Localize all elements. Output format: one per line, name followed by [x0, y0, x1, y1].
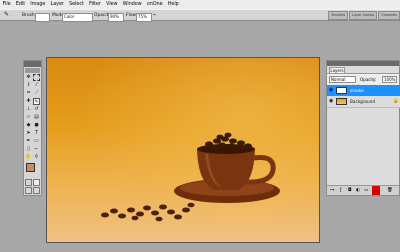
opacity-input[interactable]: 90% — [108, 12, 124, 22]
lasso-tool-icon[interactable]: ℓ — [25, 82, 32, 89]
layer-name: smoke — [350, 88, 364, 93]
zoom-tool-icon[interactable]: ⚲ — [33, 154, 40, 161]
layer-opacity-input[interactable]: 100% — [382, 76, 397, 83]
brush-picker[interactable] — [35, 12, 50, 22]
add-mask-icon[interactable]: ◘ — [348, 188, 352, 193]
new-group-icon[interactable]: ▭ — [364, 188, 368, 193]
link-layers-icon[interactable]: ⊶ — [330, 188, 335, 193]
layer-style-icon[interactable]: ƒ — [340, 188, 342, 193]
quick-mask-mode-icon[interactable] — [33, 179, 40, 186]
document-canvas[interactable] — [46, 57, 320, 243]
options-bar: ✎ Brush: Mode: Color Opacity: 90% Flow: … — [0, 9, 400, 22]
notes-tool-icon[interactable]: ▯ — [25, 146, 32, 153]
layer-name: Background — [350, 99, 375, 104]
menu-select[interactable]: Select — [66, 0, 86, 9]
layer-row-background[interactable]: ◉ Background 🔒 — [327, 96, 400, 108]
menu-onone[interactable]: onOne — [144, 0, 165, 9]
visibility-eye-icon[interactable]: ◉ — [329, 96, 335, 107]
move-tool-icon[interactable]: ✥ — [25, 74, 32, 81]
menu-file[interactable]: File — [0, 0, 13, 9]
foreground-color-swatch[interactable] — [26, 163, 35, 172]
menu-help[interactable]: Help — [165, 0, 181, 9]
new-layer-button[interactable] — [372, 186, 380, 195]
menu-edit[interactable]: Edit — [13, 0, 27, 9]
layers-footer: ⊶ ƒ ◘ ◐ ▭ 🗑 — [327, 185, 399, 195]
airbrush-icon[interactable]: ⌁ — [153, 12, 156, 18]
healing-brush-tool-icon[interactable]: ✚ — [25, 98, 32, 105]
eyedropper-tool-icon[interactable]: ⌐ — [33, 146, 40, 153]
magic-wand-tool-icon[interactable]: ⁄ — [33, 82, 40, 89]
layer-thumbnail — [336, 98, 347, 105]
hand-tool-icon[interactable]: ✋ — [25, 154, 32, 161]
mode-select[interactable]: Color — [62, 12, 93, 22]
gradient-tool-icon[interactable]: ▤ — [33, 114, 40, 121]
layers-panel: Layers Normal Opacity: 100% Lock: ▢✎✥🔒 F… — [326, 60, 400, 196]
layer-thumbnail — [336, 87, 347, 94]
eraser-tool-icon[interactable]: ▱ — [25, 114, 32, 121]
toolbox-title-bar[interactable] — [24, 61, 41, 67]
blend-mode-select[interactable]: Normal — [329, 76, 356, 83]
flow-input[interactable]: 75% — [136, 12, 152, 22]
well-layer-comps[interactable]: Layer Comps — [349, 11, 378, 20]
menu-bar: File Edit Image Layer Select Filter View Window… — [0, 0, 400, 9]
marquee-tool-icon[interactable] — [33, 74, 40, 81]
well-brushes[interactable]: Brushes — [328, 11, 349, 20]
history-brush-tool-icon[interactable]: ↺ — [33, 106, 40, 113]
fullscreen-mode-icon[interactable] — [33, 187, 40, 194]
trash-icon[interactable]: 🗑 — [387, 188, 393, 193]
adjustment-layer-icon[interactable]: ◐ — [356, 188, 360, 193]
well-channels[interactable]: Channels — [378, 11, 400, 20]
screen-mode-icon[interactable] — [25, 187, 32, 194]
path-selection-tool-icon[interactable]: ➤ — [25, 130, 32, 137]
brush-tool-icon[interactable]: ✎ — [4, 11, 9, 18]
menu-image[interactable]: Image — [28, 0, 48, 9]
coffee-photo — [47, 58, 319, 242]
type-tool-icon[interactable]: T — [33, 130, 40, 137]
clone-stamp-tool-icon[interactable]: ⊥ — [25, 106, 32, 113]
standard-mode-icon[interactable] — [25, 179, 32, 186]
brush-tool-icon[interactable]: ✎ — [33, 98, 40, 105]
toolbox-header — [25, 68, 40, 73]
crop-tool-icon[interactable]: ⌗ — [25, 90, 32, 97]
palette-well: Brushes Layer Comps Channels — [328, 11, 400, 20]
toolbox: ✥ ℓ ⁄ ⌗ ⟋ ✚ ✎ ⊥ ↺ ▱ ▤ ◆ ● ➤ T ✒ ▭ ▯ ⌐ ✋ … — [23, 60, 42, 196]
layer-opacity-label: Opacity: — [360, 77, 377, 82]
menu-layer[interactable]: Layer — [48, 0, 67, 9]
blur-tool-icon[interactable]: ◆ — [25, 122, 32, 129]
menu-filter[interactable]: Filter — [86, 0, 103, 9]
shape-tool-icon[interactable]: ▭ — [33, 138, 40, 145]
visibility-eye-icon[interactable]: ◉ — [329, 85, 335, 96]
lock-icon: 🔒 — [393, 99, 399, 104]
slice-tool-icon[interactable]: ⟋ — [33, 90, 40, 97]
layers-panel-title-bar[interactable] — [327, 61, 399, 66]
pen-tool-icon[interactable]: ✒ — [25, 138, 32, 145]
menu-view[interactable]: View — [104, 0, 121, 9]
dodge-tool-icon[interactable]: ● — [33, 122, 40, 129]
menu-window[interactable]: Window — [120, 0, 144, 9]
